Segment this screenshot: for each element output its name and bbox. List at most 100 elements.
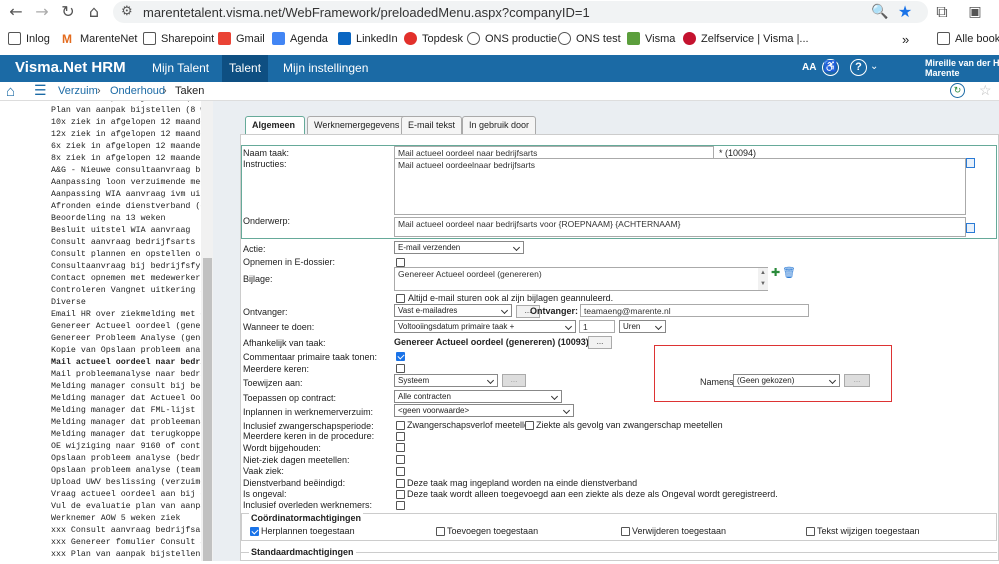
wanneer-number-input[interactable]: 1 — [579, 320, 615, 333]
ontvanger-select[interactable]: Vast e-mailadres — [394, 304, 512, 317]
bookmark-topdesk[interactable]: Topdesk — [404, 32, 463, 45]
bookmark-star-icon[interactable]: ★ — [895, 2, 915, 22]
overleden-checkbox[interactable] — [396, 501, 405, 510]
zwanger-ziekte-checkbox[interactable] — [525, 421, 534, 430]
sidebar-task-item[interactable]: xxx Consult aanvraag bedrijfsarts ( t.b.… — [51, 526, 201, 535]
zwanger-verlof-checkbox[interactable] — [396, 421, 405, 430]
reload-icon[interactable]: ↻ — [58, 2, 78, 22]
breadcrumb-verzuim[interactable]: Verzuim — [58, 85, 98, 97]
copy-icon[interactable] — [966, 158, 975, 168]
sidebar-task-item[interactable]: Email HR over ziekmelding met ongeval a — [51, 310, 201, 319]
sidebar-task-item[interactable]: Melding manager dat probleemanalyse is — [51, 418, 201, 427]
user-name[interactable]: Mireille van der HeidMarente — [925, 58, 999, 78]
tab-search-icon[interactable]: ▣ — [965, 2, 985, 22]
meerdere-checkbox[interactable] — [396, 364, 405, 373]
zoom-icon[interactable]: 🔍 — [870, 2, 890, 22]
sidebar-task-item[interactable]: Melding manager dat Actueel Oordeel be — [51, 394, 201, 403]
dienst-checkbox[interactable] — [396, 479, 405, 488]
toewijzen-select[interactable]: Systeem — [394, 374, 498, 387]
app-brand[interactable]: Visma.Net HRM — [15, 59, 126, 76]
bookmark-marentenet[interactable]: M MarenteNet — [62, 32, 137, 46]
sidebar-task-item[interactable]: Consult plannen en opstellen oproepbrief — [51, 250, 201, 259]
tab-in-gebruik-door[interactable]: In gebruik door — [462, 116, 537, 135]
bookmark-all[interactable]: Alle bookm — [937, 32, 999, 45]
sidebar-scroll-thumb[interactable] — [203, 258, 212, 561]
bijlage-list[interactable]: Genereer Actueel oordeel (genereren) — [394, 267, 768, 291]
sidebar-task-item[interactable]: Opslaan probleem analyse (bedrijfsarts) — [51, 454, 201, 463]
extensions-icon[interactable]: ⧉ — [932, 2, 952, 22]
back-icon[interactable]: ← — [6, 2, 26, 22]
menu-icon[interactable]: ☰ — [34, 82, 47, 99]
favorite-star-icon[interactable]: ☆ — [979, 82, 992, 99]
commentaar-checkbox[interactable] — [396, 352, 405, 361]
verwijderen-checkbox[interactable] — [621, 527, 630, 536]
sidebar-task-item[interactable]: Upload UWV beslissing (verzuimcoach) — [51, 478, 201, 487]
sidebar-task-item[interactable]: Plan van aanpak bijstellen (8 wekelijks) — [51, 101, 201, 103]
sidebar-task-item[interactable]: Plan van aanpak bijstellen (8 wekelijks)… — [51, 106, 201, 115]
sidebar-task-item[interactable]: xxx Plan van aanpak bijstellen (8 wekeli… — [51, 550, 201, 559]
bijlage-item[interactable]: Genereer Actueel oordeel (genereren) — [398, 269, 542, 279]
copy-icon[interactable] — [966, 223, 975, 233]
sidebar-task-item[interactable]: A&G - Nieuwe consultaanvraag bedrijfsar — [51, 166, 201, 175]
tab-mijn-instellingen[interactable]: Mijn instellingen — [276, 55, 375, 82]
home-icon[interactable]: ⌂ — [6, 83, 15, 100]
meerdere-proc-checkbox[interactable] — [396, 432, 405, 441]
ontvanger-email-input[interactable]: teamaeng@marente.nl — [580, 304, 809, 317]
address-bar[interactable]: ⚙ marentetalent.visma.net/WebFramework/p… — [113, 1, 928, 23]
home-icon[interactable]: ⌂ — [84, 2, 104, 22]
tab-algemeen[interactable]: Algemeen — [245, 116, 305, 135]
sidebar-task-item[interactable]: Melding manager dat FML-lijst bedrijfsar — [51, 406, 201, 415]
bookmark-agenda[interactable]: Agenda — [272, 32, 328, 45]
sidebar-task-item[interactable]: Werknemer AOW 5 weken ziek — [51, 514, 201, 523]
sidebar-task-item[interactable]: Kopie van Opslaan probleem analyse (ver — [51, 346, 201, 355]
instructies-textarea[interactable]: Mail actueel oordeelnaar bedrijfsarts — [394, 158, 966, 215]
sidebar-task-item[interactable]: Aanpassing WIA aanvraag ivm uitstel — [51, 190, 201, 199]
sidebar-task-item[interactable]: Controleren Vangnet uitkering is volledi… — [51, 286, 201, 295]
bookmark-visma[interactable]: Visma — [627, 32, 675, 45]
accessibility-icon[interactable]: ♿ — [822, 59, 839, 76]
sidebar-task-item[interactable]: Mail actueel oordeel naar bedrijfsarts — [51, 358, 201, 367]
sidebar-task-item[interactable]: Melding manager consult bij bedrijfsarts — [51, 382, 201, 391]
trash-icon[interactable]: 🗑 — [782, 266, 796, 279]
breadcrumb-onderhoud[interactable]: Onderhoud — [110, 85, 165, 97]
tab-mijn-talent[interactable]: Mijn Talent — [145, 55, 216, 82]
opnemen-checkbox[interactable] — [396, 258, 405, 267]
tab-email-tekst[interactable]: E-mail tekst — [401, 116, 463, 135]
sidebar-task-item[interactable]: Diverse — [51, 298, 201, 307]
sidebar-task-item[interactable]: Vul de evaluatie plan van aanpak in (6 w… — [51, 502, 201, 511]
bijlage-scrollbar[interactable]: ▲ ▼ — [758, 268, 768, 290]
tekst-wijzigen-checkbox[interactable] — [806, 527, 815, 536]
sidebar-task-item[interactable]: xxx Genereer fomulier Consult aanvraag — [51, 538, 201, 547]
sidebar-task-item[interactable]: OE wijziging naar 9160 of contract ver — [51, 442, 201, 451]
refresh-status-icon[interactable]: ↻ — [950, 83, 965, 98]
tab-werknemergegevens[interactable]: Werknemergegevens — [307, 116, 407, 135]
sidebar-task-item[interactable]: Afronden einde dienstverband (evt. ontsl — [51, 202, 201, 211]
sidebar-task-item[interactable]: Genereer Probleem Analyse (genereren) — [51, 334, 201, 343]
ongeval-checkbox[interactable] — [396, 490, 405, 499]
sidebar-task-item[interactable]: Opslaan probleem analyse (team A&G) — [51, 466, 201, 475]
chevron-down-icon[interactable]: ⌄ — [870, 61, 878, 72]
bookmark-gmail[interactable]: Gmail — [218, 32, 265, 45]
sidebar-task-item[interactable]: Contact opnemen met medewerker over — [51, 274, 201, 283]
sidebar-task-item[interactable]: Consultaanvraag bij bedrijfsfysiotherape… — [51, 262, 201, 271]
afhankelijk-browse-button[interactable]: ... — [588, 336, 612, 349]
sidebar-task-item[interactable]: Aanpassing loon verzuimende medewerke — [51, 178, 201, 187]
vaak-checkbox[interactable] — [396, 467, 405, 476]
toevoegen-checkbox[interactable] — [436, 527, 445, 536]
namens-browse-button[interactable]: ... — [844, 374, 870, 387]
bookmark-sharepoint[interactable]: Sharepoint — [143, 32, 214, 45]
toepassen-select[interactable]: Alle contracten — [394, 390, 562, 403]
sidebar-task-item[interactable]: Vraag actueel oordeel aan bij de bedrijf… — [51, 490, 201, 499]
inplannen-select[interactable]: <geen voorwaarde> — [394, 404, 574, 417]
sidebar-task-item[interactable]: Besluit uitstel WIA aanvraag — [51, 226, 201, 235]
sidebar-task-item[interactable]: 8x ziek in afgelopen 12 maanden — [51, 154, 201, 163]
font-size-icon[interactable]: AA — [802, 62, 816, 73]
wanneer-select[interactable]: Voltooiingsdatum primaire taak + — [394, 320, 576, 333]
sidebar-task-item[interactable]: Consult aanvraag bedrijfsarts ( t.b.v. p… — [51, 238, 201, 247]
herplannen-checkbox[interactable] — [250, 527, 259, 536]
site-info-icon[interactable]: ⚙ — [121, 3, 133, 19]
bookmarks-more[interactable]: » — [902, 32, 909, 47]
namens-select[interactable]: (Geen gekozen) — [733, 374, 840, 387]
actie-select[interactable]: E-mail verzenden — [394, 241, 524, 254]
sidebar-task-item[interactable]: Mail probleemanalyse naar bedrijfsarts — [51, 370, 201, 379]
